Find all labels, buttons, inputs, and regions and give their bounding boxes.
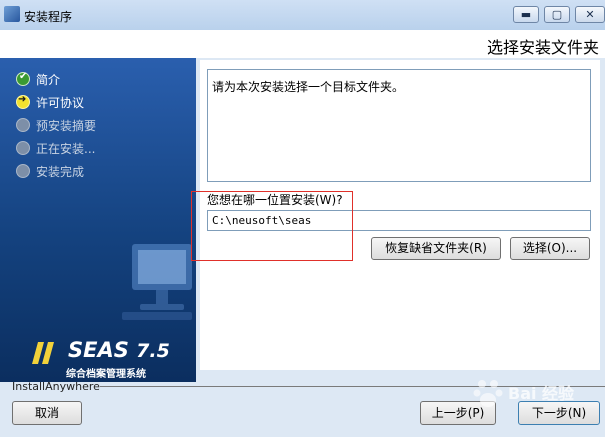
vendor-label: InstallAnywhere [12,380,100,393]
arrow-right-icon [16,94,30,109]
choose-folder-button[interactable]: 选择(O)... [510,237,590,260]
app-icon [4,6,20,22]
step-label: 许可协议 [36,96,85,110]
step-sidebar: 简介 许可协议 预安装摘要 正在安装... 安装完成 [0,58,196,382]
step-label: 正在安装... [36,142,96,156]
step-label: 简介 [36,73,61,87]
pending-dot-icon [16,118,30,132]
minimize-button[interactable]: ▬ [513,6,539,23]
paw-icon [473,380,503,407]
highlight-annotation [191,191,353,261]
maximize-icon: ▢ [551,8,563,21]
watermark-text: Bai 经验 [508,384,575,403]
restore-default-folder-button[interactable]: 恢复缺省文件夹(R) [371,237,501,260]
close-icon: ✕ [585,8,595,21]
installer-window: 安装程序 ▬ ▢ ✕ 选择安装文件夹 简介 许可协议 预安装摘要 正在安装...… [0,0,605,437]
step-label: 预安装摘要 [36,119,97,133]
cancel-button[interactable]: 取消 [12,401,82,425]
page-title: 选择安装文件夹 [486,38,599,57]
title-bar: 安装程序 ▬ ▢ ✕ [0,0,605,30]
pending-dot-icon [16,141,30,155]
minimize-icon: ▬ [520,8,532,21]
description-box: 请为本次安装选择一个目标文件夹。 [207,69,591,182]
maximize-button[interactable]: ▢ [544,6,570,23]
brand-name: SEAS 7.5 [68,338,170,362]
close-button[interactable]: ✕ [575,6,605,23]
step-header: 选择安装文件夹 [0,30,605,58]
seas-logo-mark-icon [32,342,54,364]
description-text: 请为本次安装选择一个目标文件夹。 [212,80,405,94]
watermark: Bai 经验 [470,372,600,422]
check-icon [16,71,30,86]
monitor-icon [122,244,192,320]
window-title: 安装程序 [24,10,73,24]
pending-dot-icon [16,164,30,178]
step-label: 安装完成 [36,165,85,179]
brand-subtitle: 综合档案管理系统 [66,369,146,380]
